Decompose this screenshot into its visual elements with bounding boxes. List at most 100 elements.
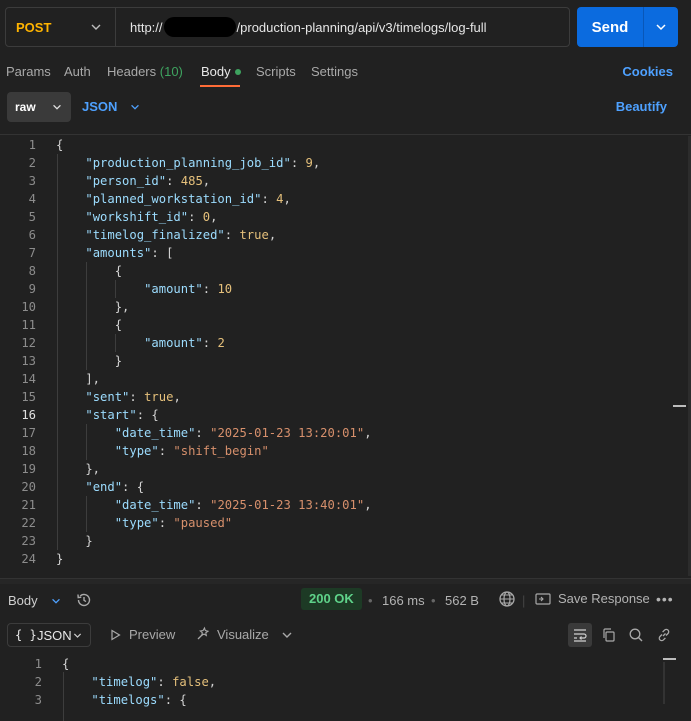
json-punct: [62, 693, 91, 707]
pane-divider[interactable]: [0, 578, 691, 584]
json-punct: ,: [312, 156, 321, 170]
send-options-button[interactable]: [644, 7, 678, 47]
body-format-label: JSON: [82, 99, 118, 114]
json-key: "timelog_finalized": [85, 228, 225, 242]
tab-auth[interactable]: Auth: [64, 64, 91, 79]
json-string: "paused": [173, 516, 233, 530]
code-text: {: [62, 655, 69, 673]
json-punct: }: [56, 354, 123, 368]
json-punct: {: [129, 480, 145, 494]
code-line: 10 },: [0, 298, 688, 316]
url-input[interactable]: http:// /production-planning/api/v3/time…: [116, 8, 569, 46]
body-format-dropdown[interactable]: JSON: [82, 99, 141, 114]
json-punct: [56, 408, 85, 422]
code-line: 15 "sent": true,: [0, 388, 688, 406]
chevron-down-icon: [53, 104, 61, 110]
code-line: 22 "type": "paused": [0, 514, 688, 532]
body-mode-dropdown[interactable]: raw: [7, 92, 71, 122]
response-format-dropdown[interactable]: { } JSON: [7, 623, 91, 647]
tab-settings[interactable]: Settings: [311, 64, 358, 79]
json-key: "date_time": [114, 426, 196, 440]
more-options-icon[interactable]: •••: [656, 591, 674, 607]
line-number: 17: [21, 426, 36, 440]
response-scrollbar-marker: [663, 658, 676, 660]
preview-button[interactable]: Preview: [110, 627, 175, 642]
response-size[interactable]: 562 B: [445, 593, 479, 608]
request-bar: POST http:// /production-planning/api/v3…: [5, 7, 570, 47]
line-number: 24: [21, 552, 36, 566]
code-text: },: [56, 298, 130, 316]
json-number: 485: [180, 174, 203, 188]
response-body-dropdown[interactable]: Body: [8, 593, 62, 608]
code-text: "person_id": 485,: [56, 172, 210, 190]
beautify-button[interactable]: Beautify: [616, 99, 667, 114]
code-line: 1{: [0, 136, 688, 154]
json-punct: [: [158, 246, 174, 260]
send-button[interactable]: Send: [577, 7, 644, 47]
response-body-viewer[interactable]: 1{2 "timelog": false, 3 "timelogs": {: [0, 654, 691, 721]
code-text: "production_planning_job_id": 9,: [56, 154, 320, 172]
link-button[interactable]: [652, 623, 676, 647]
visualize-button[interactable]: Visualize: [195, 626, 269, 642]
line-number: 2: [34, 675, 42, 689]
request-body-editor[interactable]: 1{ 2 "production_planning_job_id": 9, 3 "p…: [0, 136, 688, 576]
json-punct: [298, 156, 305, 170]
separator-dot: •: [368, 593, 373, 608]
body-mode-label: raw: [15, 100, 36, 114]
cookies-link[interactable]: Cookies: [622, 64, 673, 79]
json-punct: {: [172, 693, 187, 707]
json-punct: [56, 426, 115, 440]
json-punct: :: [202, 282, 211, 296]
preview-label: Preview: [129, 627, 176, 642]
json-punct: :: [151, 246, 159, 260]
chevron-down-icon[interactable]: [280, 628, 294, 642]
separator-line: |: [522, 593, 526, 608]
response-time[interactable]: 166 ms: [382, 593, 425, 608]
code-line: 3 "person_id": 485,: [0, 172, 688, 190]
active-tab-underline: [200, 85, 240, 87]
json-punct: ,: [364, 498, 372, 512]
tab-scripts[interactable]: Scripts: [256, 64, 296, 79]
json-punct: ,: [283, 192, 291, 206]
line-number: 3: [34, 693, 42, 707]
line-number: 1: [34, 657, 42, 671]
search-icon: [629, 628, 643, 642]
headers-count-badge: (10): [159, 64, 183, 79]
json-punct: :: [129, 390, 137, 404]
json-punct: [56, 282, 144, 296]
tab-headers[interactable]: Headers (10): [107, 64, 183, 79]
status-badge[interactable]: 200 OK: [301, 588, 362, 610]
json-punct: [203, 426, 210, 440]
json-punct: ,: [210, 210, 218, 224]
line-number: 11: [21, 318, 36, 332]
json-key: "production_planning_job_id": [85, 156, 291, 170]
method-label: POST: [16, 19, 52, 35]
save-response-label: Save Response: [558, 591, 650, 606]
code-line: 6 "timelog_finalized": true,: [0, 226, 688, 244]
line-number: 6: [28, 228, 36, 242]
line-number: 7: [28, 246, 36, 260]
json-punct: }: [56, 534, 93, 548]
chevron-down-icon: [131, 104, 140, 110]
json-key: "workshift_id": [85, 210, 189, 224]
response-scrollbar[interactable]: [663, 662, 665, 704]
send-button-group: Send: [577, 7, 678, 47]
tab-body[interactable]: Body: [201, 64, 241, 79]
json-punct: [165, 675, 172, 689]
chevron-down-icon: [73, 633, 82, 638]
body-indicator-dot: [234, 68, 241, 75]
wrap-lines-button[interactable]: [568, 623, 592, 647]
code-line: 7 "amounts": [: [0, 244, 688, 262]
json-punct: :: [158, 444, 167, 458]
copy-button[interactable]: [597, 623, 621, 647]
line-number: 10: [21, 300, 36, 314]
history-icon[interactable]: [75, 591, 93, 609]
globe-icon[interactable]: [498, 590, 516, 608]
method-dropdown[interactable]: POST: [6, 8, 116, 46]
json-punct: :: [158, 516, 167, 530]
search-button[interactable]: [624, 623, 648, 647]
line-number: 15: [21, 390, 36, 404]
tab-params[interactable]: Params: [6, 64, 51, 79]
save-response-button[interactable]: Save Response: [535, 591, 650, 606]
json-number: 2: [217, 336, 225, 350]
